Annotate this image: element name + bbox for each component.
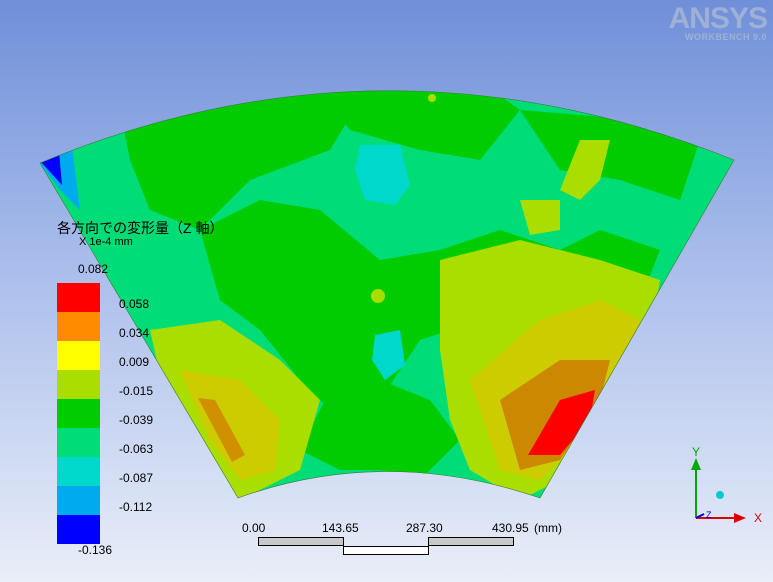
legend-swatch (57, 428, 100, 457)
legend-title: 各方向での変形量（Z 軸） (57, 220, 224, 236)
legend-unit: X 1e-4 mm (79, 236, 133, 248)
legend-swatch (57, 486, 100, 515)
triad-z-label: Z (706, 510, 712, 520)
legend-value: -0.039 (119, 413, 154, 427)
legend-swatch (57, 312, 100, 341)
scale-tick-label: 430.95 (492, 521, 529, 535)
color-legend-bar[interactable] (57, 283, 100, 544)
deformation-contour-plot[interactable] (0, 0, 773, 582)
legend-value: 0.034 (119, 326, 150, 340)
logo-brand: ANSYS (668, 2, 768, 35)
legend-value: -0.015 (119, 384, 154, 398)
legend-value-max: 0.082 (78, 262, 109, 276)
legend-value: -0.087 (119, 471, 154, 485)
triad-x-label: X (754, 511, 762, 525)
scale-tick-label: 0.00 (242, 521, 266, 535)
legend-swatch (57, 283, 100, 312)
scale-tick-label: 143.65 (322, 521, 359, 535)
legend-swatch (57, 341, 100, 370)
ansys-logo: ANSYS WORKBENCH 9.0 (668, 2, 768, 43)
legend-value: 0.058 (119, 297, 150, 311)
legend-swatch (57, 399, 100, 428)
legend-swatch (57, 457, 100, 486)
axis-triad[interactable]: Y X Z (676, 446, 766, 536)
legend-value: -0.063 (119, 442, 154, 456)
legend-value: 0.009 (119, 355, 150, 369)
scale-unit: (mm) (534, 521, 562, 535)
legend-swatch (57, 370, 100, 399)
legend-value-min: -0.136 (78, 543, 113, 557)
scale-tick-label: 287.30 (406, 521, 443, 535)
triad-y-label: Y (692, 446, 700, 459)
legend-value: -0.112 (119, 500, 153, 514)
legend-swatch (57, 515, 100, 544)
scale-bar (258, 537, 514, 557)
